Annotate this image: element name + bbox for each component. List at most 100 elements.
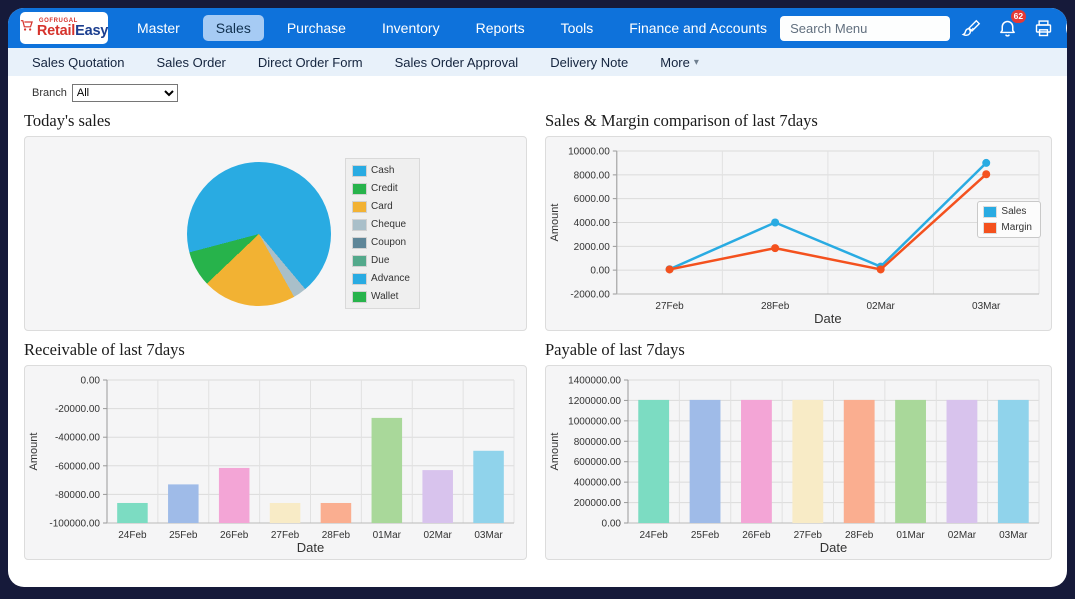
sales-margin-legend: Sales Margin [977,201,1041,238]
svg-text:-40000.00: -40000.00 [55,433,100,444]
svg-text:24Feb: 24Feb [118,530,147,541]
legend-swatch [353,166,366,176]
theme-brush-button[interactable] [956,13,986,43]
svg-text:400000.00: 400000.00 [574,478,622,489]
svg-text:Amount: Amount [28,433,40,471]
svg-text:-2000.00: -2000.00 [570,290,610,301]
main-menu: Master Sales Purchase Inventory Reports Tools… [124,15,780,41]
nav-item-inventory[interactable]: Inventory [369,15,453,41]
svg-text:200000.00: 200000.00 [574,498,622,509]
legend-label: Coupon [371,237,406,248]
svg-text:6000.00: 6000.00 [574,194,611,205]
bar-26feb [219,468,250,523]
nav-item-sales[interactable]: Sales [203,15,264,41]
notification-badge: 62 [1011,10,1026,23]
svg-text:27Feb: 27Feb [655,301,684,312]
pie-legend-item-cheque[interactable]: Cheque [353,219,410,230]
legend-label: Wallet [371,291,398,302]
subnav-item-direct-order-form[interactable]: Direct Order Form [258,55,363,70]
bar-25feb [690,400,721,523]
legend-item-margin[interactable]: Margin [984,222,1032,233]
brand-text: GOFRUGAL RetailEasy [37,18,108,39]
top-nav: GOFRUGAL RetailEasy Master Sales Purchase I… [8,8,1067,48]
print-button[interactable] [1028,13,1058,43]
bar-02mar [422,470,453,523]
svg-text:28Feb: 28Feb [761,301,790,312]
svg-text:01Mar: 01Mar [373,530,402,541]
svg-text:4000.00: 4000.00 [574,218,611,229]
pie-legend-item-card[interactable]: Card [353,201,410,212]
todays-sales-pie [187,162,331,306]
subnav-item-sales-order[interactable]: Sales Order [157,55,226,70]
todays-sales-title: Today's sales [24,111,527,131]
svg-text:1200000.00: 1200000.00 [568,396,621,407]
pie-legend-item-wallet[interactable]: Wallet [353,291,410,302]
sales-point-28feb [771,219,779,227]
bar-01mar [895,400,926,523]
sales-margin-title: Sales & Margin comparison of last 7days [545,111,1052,131]
subnav-item-delivery-note[interactable]: Delivery Note [550,55,628,70]
legend-label: Margin [1001,222,1032,233]
search-input[interactable] [780,16,950,41]
svg-text:02Mar: 02Mar [424,530,453,541]
svg-text:02Mar: 02Mar [948,530,977,541]
branch-select[interactable]: All [72,84,178,102]
svg-text:25Feb: 25Feb [169,530,198,541]
nav-item-purchase[interactable]: Purchase [274,15,359,41]
legend-swatch [353,292,366,302]
user-avatar[interactable] [1066,13,1067,43]
legend-label: Due [371,255,389,266]
subnav-item-sales-order-approval[interactable]: Sales Order Approval [395,55,519,70]
pie-legend-item-advance[interactable]: Advance [353,273,410,284]
legend-label: Sales [1001,206,1026,217]
app-window: GOFRUGAL RetailEasy Master Sales Purchase I… [8,8,1067,587]
legend-swatch [353,202,366,212]
subnav-item-more[interactable]: More▾ [660,55,699,70]
margin-point-02mar [877,265,885,273]
nav-item-reports[interactable]: Reports [463,15,538,41]
svg-text:0.00: 0.00 [590,266,610,277]
sub-nav: Sales Quotation Sales Order Direct Order F… [8,48,1067,76]
legend-item-sales[interactable]: Sales [984,206,1032,217]
nav-item-tools[interactable]: Tools [548,15,607,41]
cart-icon [20,18,34,38]
svg-text:24Feb: 24Feb [640,530,669,541]
margin-point-03mar [982,170,990,178]
nav-item-finance-and-accounts[interactable]: Finance and Accounts [616,15,780,41]
svg-text:8000.00: 8000.00 [574,170,611,181]
pie-legend-item-due[interactable]: Due [353,255,410,266]
pie-legend-item-credit[interactable]: Credit [353,183,410,194]
svg-text:-60000.00: -60000.00 [55,461,100,472]
payable-panel: 0.00200000.00400000.00600000.00800000.00… [545,365,1052,560]
bar-02mar [947,400,978,523]
bar-24feb [638,400,669,523]
sales-margin-cell: Sales & Margin comparison of last 7days … [545,102,1052,331]
payable-chart: 0.00200000.00400000.00600000.00800000.00… [546,366,1051,559]
pie-legend-item-cash[interactable]: Cash [353,165,410,176]
svg-text:01Mar: 01Mar [896,530,925,541]
receivable-panel: -100000.00-80000.00-60000.00-40000.00-20… [24,365,527,560]
todays-sales-panel: Cash Credit Card Cheque Coupon Due Advance Wall… [24,136,527,331]
receivable-title: Receivable of last 7days [24,340,527,360]
svg-text:1000000.00: 1000000.00 [568,416,621,427]
legend-label: Cheque [371,219,406,230]
receivable-cell: Receivable of last 7days -100000.00-8000… [24,331,527,560]
svg-text:800000.00: 800000.00 [574,437,622,448]
svg-text:Amount: Amount [549,204,561,242]
svg-text:27Feb: 27Feb [794,530,823,541]
nav-item-master[interactable]: Master [124,15,193,41]
legend-label: Cash [371,165,394,176]
svg-text:26Feb: 26Feb [742,530,771,541]
svg-text:-20000.00: -20000.00 [55,404,100,415]
sales-margin-chart: -2000.000.002000.004000.006000.008000.00… [546,137,1051,330]
svg-text:Amount: Amount [549,433,561,471]
branch-filter: Branch All [32,84,1052,102]
svg-text:Date: Date [297,540,324,555]
pie-legend-item-coupon[interactable]: Coupon [353,237,410,248]
notifications-button[interactable]: 62 [992,13,1022,43]
svg-text:25Feb: 25Feb [691,530,720,541]
printer-icon [1033,18,1054,39]
app-logo[interactable]: GOFRUGAL RetailEasy [20,12,108,44]
subnav-item-sales-quotation[interactable]: Sales Quotation [32,55,125,70]
subnav-item-label: Direct Order Form [258,55,363,70]
